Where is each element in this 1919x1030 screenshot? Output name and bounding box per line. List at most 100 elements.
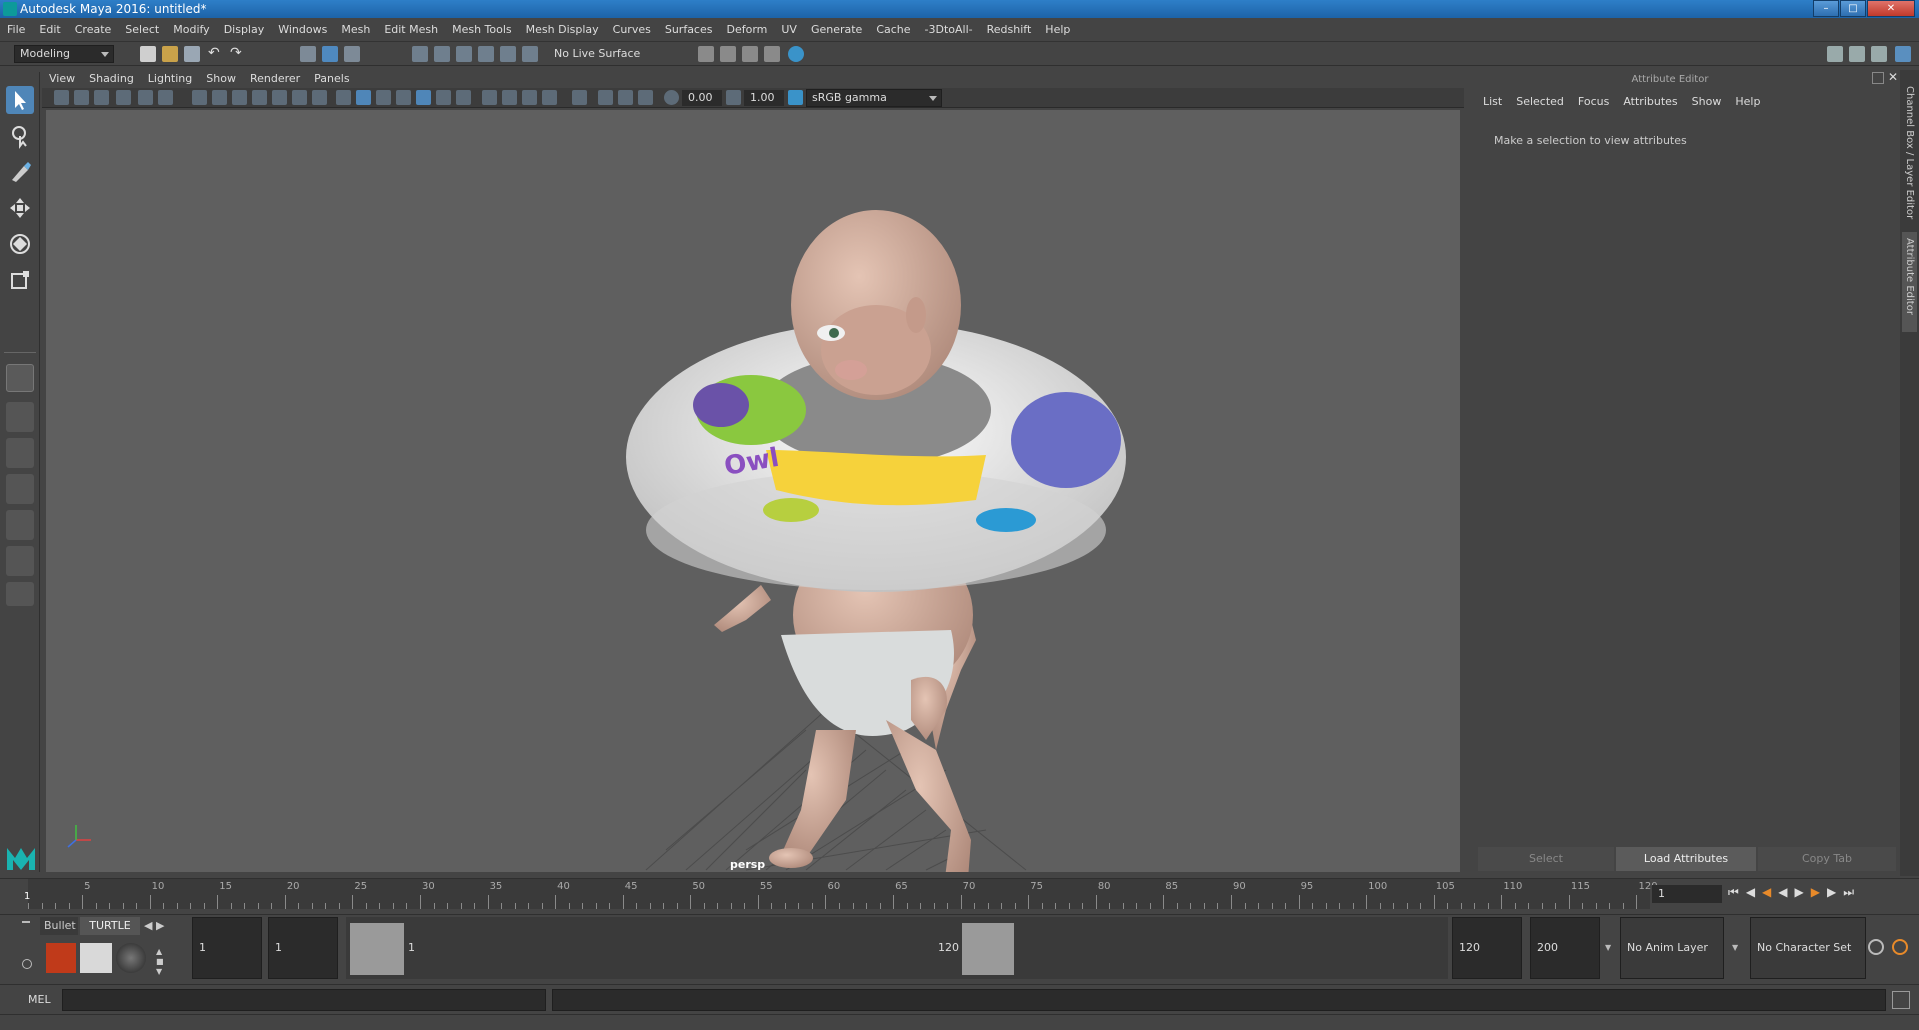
wireframe-icon[interactable] <box>336 90 351 105</box>
float-panel-icon[interactable] <box>1872 72 1884 84</box>
menu-mesh-display[interactable]: Mesh Display <box>519 18 606 42</box>
range-track[interactable] <box>346 917 1448 979</box>
menu-mesh[interactable]: Mesh <box>334 18 377 42</box>
animation-end-field[interactable]: 200 <box>1530 917 1600 979</box>
shelf-tab-turtle[interactable]: TURTLE <box>80 917 140 935</box>
snap-surface-icon[interactable] <box>500 46 516 62</box>
gamma-field[interactable]: 1.00 <box>744 90 784 106</box>
wireframe-on-shaded-icon[interactable] <box>396 90 411 105</box>
gate-mask-icon[interactable] <box>252 90 267 105</box>
range-start-handle[interactable] <box>350 923 404 975</box>
select-component-icon[interactable] <box>344 46 360 62</box>
select-tool-icon[interactable] <box>6 86 34 114</box>
animation-start-field[interactable]: 1 <box>192 917 262 979</box>
animation-preferences-icon[interactable] <box>1892 939 1908 955</box>
menu-modify[interactable]: Modify <box>166 18 216 42</box>
isolate-select-icon[interactable] <box>572 90 587 105</box>
ae-load-attributes-button[interactable]: Load Attributes <box>1616 847 1756 871</box>
menu-file[interactable]: File <box>0 18 32 42</box>
menu-3dtoall[interactable]: -3DtoAll- <box>918 18 980 42</box>
safe-action-icon[interactable] <box>292 90 307 105</box>
camera-attributes-icon[interactable] <box>74 90 89 105</box>
snap-grid-icon[interactable] <box>412 46 428 62</box>
menu-create[interactable]: Create <box>68 18 119 42</box>
modeling-toolkit-icon[interactable] <box>1827 46 1843 62</box>
resolution-gate-icon[interactable] <box>232 90 247 105</box>
use-all-lights-icon[interactable] <box>436 90 451 105</box>
play-backward-icon[interactable]: ◀ <box>1778 885 1794 899</box>
render-settings-icon[interactable] <box>742 46 758 62</box>
panel-menu-panels[interactable]: Panels <box>307 70 356 88</box>
range-end-handle[interactable] <box>962 923 1014 975</box>
ae-menu-help[interactable]: Help <box>1728 92 1767 112</box>
menu-edit-mesh[interactable]: Edit Mesh <box>377 18 445 42</box>
anim-layer-arrow-icon[interactable]: ▼ <box>1605 943 1611 952</box>
rotate-tool-icon[interactable] <box>6 230 34 258</box>
undo-icon[interactable]: ↶ <box>208 46 224 62</box>
single-pane-layout-icon[interactable] <box>6 364 34 392</box>
go-to-start-icon[interactable]: ⏮ <box>1728 885 1746 899</box>
ae-copy-tab-button[interactable]: Copy Tab <box>1758 847 1896 871</box>
persp-outliner-layout-icon[interactable] <box>6 474 34 504</box>
menu-deform[interactable]: Deform <box>719 18 774 42</box>
motion-blur-icon[interactable] <box>502 90 517 105</box>
image-plane-icon[interactable] <box>116 90 131 105</box>
new-scene-icon[interactable] <box>140 46 156 62</box>
playback-start-field[interactable]: 1 <box>268 917 338 979</box>
shelf-scroll-arrows-icon[interactable]: ▲ ■ ▼ <box>156 947 164 977</box>
depth-of-field-icon[interactable] <box>542 90 557 105</box>
select-hierarchy-icon[interactable] <box>300 46 316 62</box>
hypershade-icon[interactable] <box>788 46 804 62</box>
anim-layer-field[interactable]: No Anim Layer <box>1620 917 1724 979</box>
character-set-arrow-icon[interactable]: ▼ <box>1732 943 1738 952</box>
turtle-render-icon[interactable] <box>46 943 76 973</box>
shelf-settings-icon[interactable] <box>22 959 32 969</box>
ae-menu-list[interactable]: List <box>1476 92 1509 112</box>
step-back-key-icon[interactable]: ◀ <box>1746 885 1762 899</box>
shelf-tab-bullet[interactable]: Bullet <box>40 917 78 935</box>
menu-set-dropdown[interactable]: Modeling <box>14 45 114 63</box>
step-back-frame-icon[interactable]: ◀ <box>1762 885 1778 899</box>
time-ruler[interactable]: 5 10 15 20 25 30 35 40 45 50 55 60 65 70 75 80 85 90 95 100… <box>28 879 1658 909</box>
move-tool-icon[interactable] <box>6 194 34 222</box>
step-forward-key-icon[interactable]: ▶ <box>1827 885 1843 899</box>
snap-point-icon[interactable] <box>456 46 472 62</box>
auto-key-icon[interactable] <box>1868 939 1884 955</box>
close-icon[interactable]: ✕ <box>1867 0 1915 17</box>
menu-mesh-tools[interactable]: Mesh Tools <box>445 18 519 42</box>
menu-surfaces[interactable]: Surfaces <box>658 18 720 42</box>
panel-menu-renderer[interactable]: Renderer <box>243 70 307 88</box>
snap-curve-icon[interactable] <box>434 46 450 62</box>
menu-help[interactable]: Help <box>1038 18 1077 42</box>
menu-generate[interactable]: Generate <box>804 18 869 42</box>
current-frame-field[interactable]: 1 <box>1652 885 1722 903</box>
paint-select-tool-icon[interactable] <box>6 158 34 186</box>
channel-box-toggle-icon[interactable] <box>1895 46 1911 62</box>
menu-curves[interactable]: Curves <box>606 18 658 42</box>
render-current-icon[interactable] <box>698 46 714 62</box>
select-object-icon[interactable] <box>322 46 338 62</box>
turtle-surface-icon[interactable] <box>116 943 146 973</box>
field-chart-icon[interactable] <box>272 90 287 105</box>
shadows-icon[interactable] <box>456 90 471 105</box>
persp-hypershade-layout-icon[interactable] <box>6 546 34 576</box>
four-pane-layout-icon[interactable] <box>6 402 34 432</box>
menu-display[interactable]: Display <box>217 18 272 42</box>
maximize-icon[interactable]: □ <box>1840 0 1866 17</box>
screen-space-ao-icon[interactable] <box>482 90 497 105</box>
live-surface-label[interactable]: No Live Surface <box>548 46 648 62</box>
character-set-field[interactable]: No Character Set <box>1750 917 1866 979</box>
shelf-menu-icon[interactable] <box>22 921 30 923</box>
turtle-baking-icon[interactable] <box>80 943 112 973</box>
safe-title-icon[interactable] <box>312 90 327 105</box>
snap-pivot-icon[interactable] <box>522 46 538 62</box>
panel-menu-view[interactable]: View <box>42 70 82 88</box>
render-view-icon[interactable] <box>764 46 780 62</box>
play-forward-icon[interactable]: ▶ <box>1795 885 1811 899</box>
menu-windows[interactable]: Windows <box>271 18 334 42</box>
ae-select-button[interactable]: Select <box>1478 847 1614 871</box>
side-by-side-layout-icon[interactable] <box>6 438 34 468</box>
playback-end-field[interactable]: 120 <box>1452 917 1522 979</box>
scale-tool-icon[interactable] <box>6 266 34 294</box>
bookmarks-icon[interactable] <box>94 90 109 105</box>
